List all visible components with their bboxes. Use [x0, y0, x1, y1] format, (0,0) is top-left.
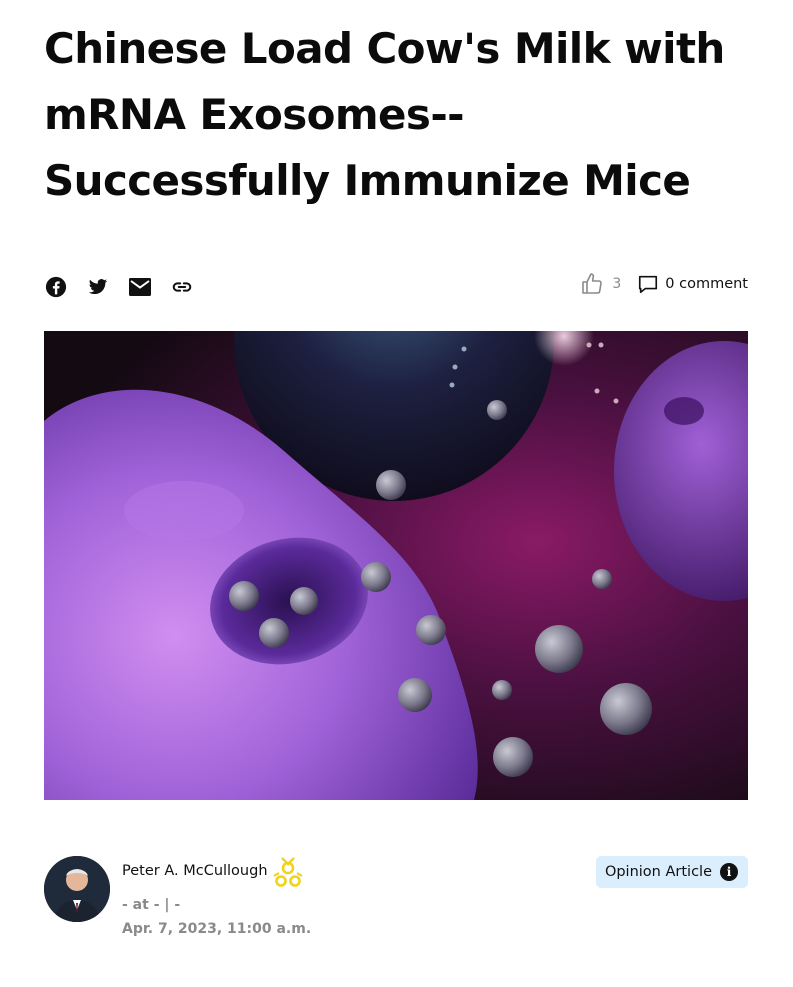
twitter-share-button[interactable] [86, 271, 110, 303]
award-badge-icon [273, 857, 303, 887]
comment-icon [639, 275, 658, 294]
author-portrait [44, 856, 110, 922]
opinion-article-tag[interactable]: Opinion Article i [595, 856, 748, 888]
facebook-share-button[interactable] [44, 271, 68, 303]
opinion-article-label: Opinion Article [604, 864, 712, 880]
like-count: 3 [612, 276, 622, 292]
comment-count: 0 comment [665, 276, 748, 292]
comment-button[interactable]: 0 comment [637, 273, 748, 295]
exosome-illustration [44, 331, 748, 800]
share-bar [44, 271, 194, 303]
author-avatar[interactable] [44, 856, 110, 922]
email-share-button[interactable] [128, 271, 152, 303]
hero-image [44, 331, 748, 800]
facebook-icon [45, 276, 67, 298]
engagement-bar: 3 0 comment [580, 272, 748, 296]
article-title: Chinese Load Cow's Milk with mRNA Exosom… [44, 24, 725, 205]
copy-link-button[interactable] [170, 271, 194, 303]
thumbs-up-icon [582, 273, 603, 294]
author-affiliation: - at - | - [122, 897, 181, 913]
publish-date: Apr. 7, 2023, 11:00 a.m. [122, 921, 312, 937]
link-icon [172, 282, 192, 292]
author-name[interactable]: Peter A. McCullough [122, 863, 268, 879]
info-icon[interactable]: i [720, 863, 738, 881]
twitter-icon [88, 279, 108, 295]
like-button[interactable]: 3 [580, 272, 621, 296]
email-icon [129, 278, 151, 296]
